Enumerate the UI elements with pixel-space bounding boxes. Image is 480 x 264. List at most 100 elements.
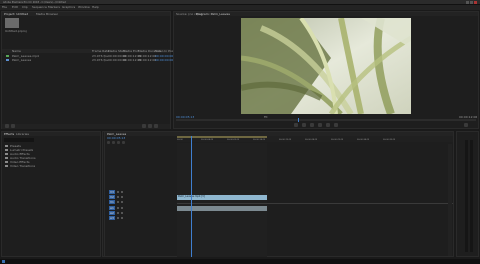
project-panel: Project: Untitled Media Browser Untitled…: [1, 11, 176, 129]
clip-icon: [6, 59, 9, 61]
folder-icon: [5, 157, 8, 159]
playback-scrubber[interactable]: [176, 118, 476, 122]
column-name[interactable]: Name: [12, 49, 21, 53]
menu-help[interactable]: Help: [92, 5, 99, 9]
track-header-v2[interactable]: V2: [109, 195, 139, 199]
step-forward-icon[interactable]: [318, 123, 322, 127]
lock-icon[interactable]: [117, 196, 119, 198]
program-monitor: Source: (no clips) Program: Palm_Leaves: [173, 11, 479, 129]
track-header-a2[interactable]: A2: [109, 211, 139, 215]
solo-icon[interactable]: [121, 217, 123, 219]
list-view-icon[interactable]: [5, 124, 9, 128]
lock-icon[interactable]: [117, 201, 119, 203]
timeline-timecode[interactable]: 00:00:05:13: [107, 136, 125, 140]
eye-icon[interactable]: [121, 191, 123, 193]
start-icon[interactable]: [2, 260, 5, 263]
meter-left: [465, 140, 468, 252]
close-icon[interactable]: [474, 1, 477, 4]
new-bin-icon[interactable]: [142, 124, 146, 128]
menu-file[interactable]: File: [2, 5, 7, 9]
track-label[interactable]: A1: [109, 206, 115, 210]
tab-program[interactable]: Program: Palm_Leaves: [196, 12, 230, 16]
sequence-icon: [6, 55, 9, 57]
list-item[interactable]: Palm_Leaves 23.976 fps 00:00:00:00 00:00…: [2, 58, 174, 62]
menu-markers[interactable]: Markers: [48, 5, 60, 9]
menu-edit[interactable]: Edit: [12, 5, 18, 9]
track-label[interactable]: V3: [109, 190, 115, 194]
play-icon[interactable]: [310, 123, 314, 127]
item-media-duration: 00:00:12:06: [138, 58, 157, 62]
ruler-mark: 00:00:09:23: [227, 139, 240, 141]
icon-view-icon[interactable]: [11, 124, 15, 128]
mute-icon[interactable]: [117, 212, 119, 214]
ruler-mark: 00:00:29:23: [331, 139, 344, 141]
folder-icon: [5, 161, 8, 163]
tab-effects[interactable]: Effects: [4, 132, 14, 136]
folder-icon: [5, 149, 8, 151]
wrench-icon[interactable]: [464, 123, 468, 127]
mute-icon[interactable]: [117, 207, 119, 209]
tab-libraries[interactable]: Libraries: [16, 132, 29, 136]
eye-icon[interactable]: [121, 201, 123, 203]
trash-icon[interactable]: [154, 124, 158, 128]
column-media-end[interactable]: Media End: [123, 49, 139, 53]
solo-icon[interactable]: [121, 212, 123, 214]
folder-icon: [5, 153, 8, 155]
transport-controls: [294, 122, 364, 128]
folder-icon: [5, 165, 8, 167]
item-video-in-point: 00:00:00:00: [155, 58, 174, 62]
audio-meters: [456, 131, 479, 257]
track-header-a1[interactable]: A1: [109, 206, 139, 210]
palm-leaves-image: [241, 18, 411, 114]
add-marker-icon[interactable]: [117, 141, 120, 144]
monitor-tabstrip: Source: (no clips) Program: Palm_Leaves: [174, 12, 478, 16]
ruler-mark: 00:00:04:23: [201, 139, 214, 141]
effects-item-label: Video Transitions: [10, 164, 36, 168]
lift-icon[interactable]: [326, 123, 330, 127]
folder-icon: [5, 145, 8, 147]
menu-sequence[interactable]: Sequence: [32, 5, 47, 9]
minimize-icon[interactable]: [466, 1, 469, 4]
track-label[interactable]: V1: [109, 200, 115, 204]
linked-selection-icon[interactable]: [112, 141, 115, 144]
export-frame-icon[interactable]: [334, 123, 338, 127]
effects-tabstrip: Effects Libraries: [2, 132, 100, 136]
tab-project[interactable]: Project: Untitled: [4, 12, 28, 16]
timeline-toolbar: [107, 141, 131, 145]
menu-graphics[interactable]: Graphics: [62, 5, 75, 9]
timeline-playhead[interactable]: [191, 136, 192, 257]
item-frame-rate: 23.976 fps: [92, 58, 108, 62]
track-divider: [177, 203, 453, 204]
project-bottom-toolbar: [2, 124, 170, 129]
eye-icon[interactable]: [121, 196, 123, 198]
solo-icon[interactable]: [121, 207, 123, 209]
timeline-scrollbar[interactable]: [448, 144, 452, 256]
item-name: Palm_Leaves: [12, 58, 32, 62]
mute-icon[interactable]: [117, 217, 119, 219]
track-header-v3[interactable]: V3: [109, 190, 139, 194]
track-label[interactable]: A3: [109, 216, 115, 220]
menu-window[interactable]: Window: [78, 5, 90, 9]
window-controls[interactable]: [466, 1, 478, 4]
taskbar: [0, 259, 480, 264]
new-item-icon[interactable]: [148, 124, 152, 128]
mark-in-icon[interactable]: [294, 123, 298, 127]
timeline-settings-icon[interactable]: [122, 141, 125, 144]
snap-icon[interactable]: [107, 141, 110, 144]
tab-media-browser[interactable]: Media Browser: [36, 12, 58, 16]
track-header-v1[interactable]: V1: [109, 200, 139, 204]
track-header-a3[interactable]: A3: [109, 216, 139, 220]
lock-icon[interactable]: [117, 191, 119, 193]
track-label[interactable]: A2: [109, 211, 115, 215]
list-item[interactable]: Video Transitions: [5, 164, 35, 168]
step-back-icon[interactable]: [302, 123, 306, 127]
menu-clip[interactable]: Clip: [22, 5, 28, 9]
effects-search-input[interactable]: [4, 138, 34, 142]
project-column-headers: Name Frame Rate Media Start Media End Me…: [2, 49, 176, 53]
column-frame-rate[interactable]: Frame Rate: [92, 49, 109, 53]
ruler-mark: 00:00:14:23: [253, 139, 266, 141]
track-label[interactable]: V2: [109, 195, 115, 199]
video-frame[interactable]: [241, 18, 411, 114]
maximize-icon[interactable]: [470, 1, 473, 4]
time-ruler[interactable]: 00:00 00:00:04:23 00:00:09:23 00:00:14:2…: [177, 136, 453, 142]
